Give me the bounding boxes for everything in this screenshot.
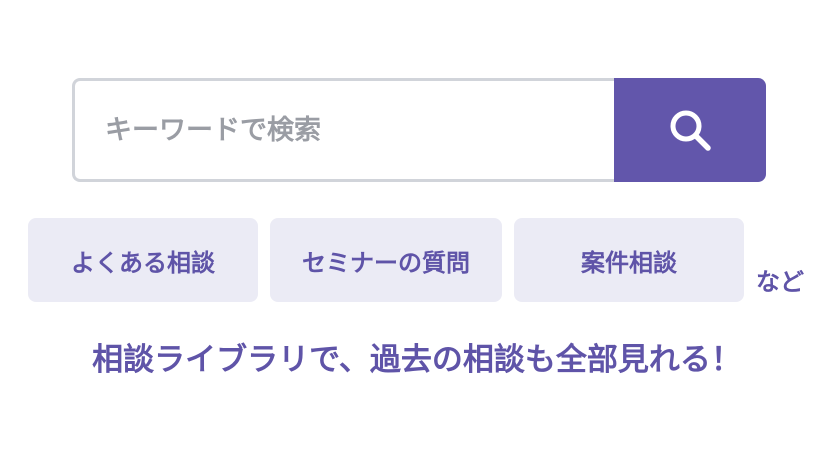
tag-project-consultation[interactable]: 案件相談 <box>514 218 744 302</box>
tagline: 相談ライブラリで、過去の相談も全部見れる！ <box>92 342 742 378</box>
tags-suffix: など <box>756 268 804 296</box>
tag-faq[interactable]: よくある相談 <box>28 218 258 302</box>
search-icon <box>670 110 711 151</box>
search-input[interactable] <box>72 78 614 182</box>
tag-seminar-question[interactable]: セミナーの質問 <box>270 218 502 302</box>
search-button[interactable] <box>614 78 766 182</box>
search-bar <box>72 78 766 182</box>
